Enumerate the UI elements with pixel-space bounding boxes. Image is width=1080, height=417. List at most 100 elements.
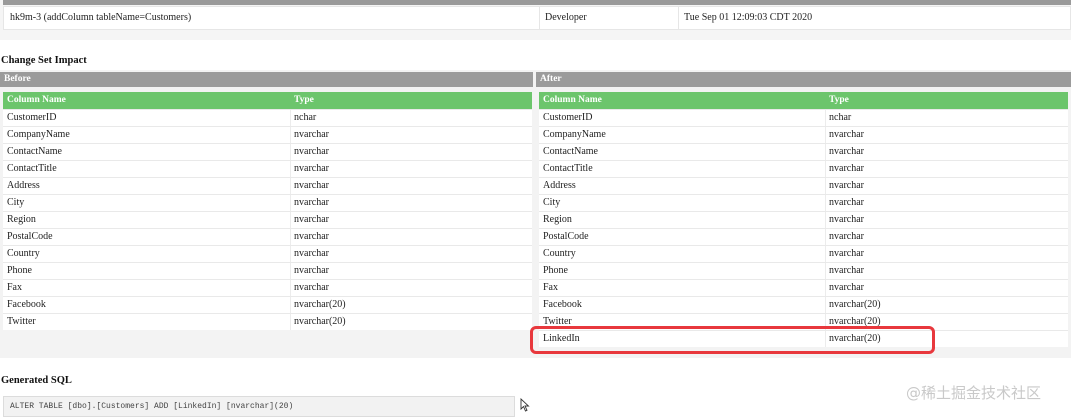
type-cell: nvarchar <box>294 214 329 225</box>
type-cell: nvarchar <box>294 180 329 191</box>
column-name-cell: ContactTitle <box>543 163 593 174</box>
type-cell: nchar <box>294 112 317 123</box>
column-divider <box>825 110 826 126</box>
type-cell: nvarchar <box>294 146 329 157</box>
column-name-cell: Region <box>543 214 572 225</box>
changeset-author: Developer <box>545 12 587 23</box>
table-row: Region nvarchar <box>539 211 1068 228</box>
type-cell: nvarchar <box>294 163 329 174</box>
column-name-cell: City <box>543 197 561 208</box>
column-divider <box>825 297 826 313</box>
table-row: ContactTitle nvarchar <box>539 160 1068 177</box>
type-cell: nvarchar <box>829 231 864 242</box>
type-cell: nvarchar <box>829 248 864 259</box>
type-cell: nvarchar(20) <box>829 299 881 310</box>
column-name-cell: Twitter <box>7 316 36 327</box>
column-divider <box>290 144 291 160</box>
column-name-cell: CompanyName <box>7 129 70 140</box>
column-divider <box>290 110 291 126</box>
generated-sql-title: Generated SQL <box>1 375 72 386</box>
changeset-date: Tue Sep 01 12:09:03 CDT 2020 <box>684 12 813 23</box>
table-row: Country nvarchar <box>3 245 532 262</box>
column-name-cell: Country <box>7 248 40 259</box>
column-divider <box>825 127 826 143</box>
column-divider <box>825 161 826 177</box>
column-name-cell: Fax <box>7 282 22 293</box>
table-row: CompanyName nvarchar <box>539 126 1068 143</box>
table-row: Address nvarchar <box>3 177 532 194</box>
table-row: Phone nvarchar <box>539 262 1068 279</box>
before-table-header: Column Name Type <box>3 92 532 109</box>
column-divider <box>825 229 826 245</box>
table-row: Phone nvarchar <box>3 262 532 279</box>
type-cell: nvarchar <box>294 282 329 293</box>
column-name-cell: Facebook <box>7 299 46 310</box>
column-name-cell: ContactName <box>543 146 598 157</box>
table-row: PostalCode nvarchar <box>539 228 1068 245</box>
type-header: Type <box>294 95 314 105</box>
table-row: Region nvarchar <box>3 211 532 228</box>
column-name-cell: PostalCode <box>7 231 53 242</box>
type-cell: nvarchar <box>294 129 329 140</box>
table-row: Facebook nvarchar(20) <box>539 296 1068 313</box>
type-cell: nvarchar(20) <box>294 299 346 310</box>
changeset-table-header <box>3 0 1071 5</box>
type-cell: nvarchar <box>294 248 329 259</box>
type-cell: nvarchar <box>829 265 864 276</box>
type-cell: nvarchar <box>294 265 329 276</box>
table-row: ContactTitle nvarchar <box>3 160 532 177</box>
column-name-cell: ContactTitle <box>7 163 57 174</box>
table-row: Country nvarchar <box>539 245 1068 262</box>
after-table-header: Column Name Type <box>539 92 1068 109</box>
table-row: ContactName nvarchar <box>539 143 1068 160</box>
column-divider <box>539 7 540 29</box>
column-divider <box>678 7 679 29</box>
column-divider <box>290 297 291 313</box>
column-name-cell: City <box>7 197 25 208</box>
changeset-table: hk9m-3 (addColumn tableName=Customers) D… <box>0 0 1071 40</box>
watermark: @稀土掘金技术社区 <box>906 384 1042 402</box>
column-divider <box>825 195 826 211</box>
type-cell: nvarchar <box>829 146 864 157</box>
table-row: ContactName nvarchar <box>3 143 532 160</box>
after-columns-table: Column Name Type CustomerID nchar CompanyN… <box>539 92 1068 347</box>
changeset-row: hk9m-3 (addColumn tableName=Customers) D… <box>3 6 1071 30</box>
type-header: Type <box>829 95 849 105</box>
type-cell: nvarchar <box>829 129 864 140</box>
table-row: Twitter nvarchar(20) <box>3 313 532 330</box>
table-row: CustomerID nchar <box>3 109 532 126</box>
column-divider <box>825 246 826 262</box>
type-cell: nvarchar <box>829 282 864 293</box>
column-divider <box>290 195 291 211</box>
column-name-cell: Phone <box>7 265 32 276</box>
table-row: CustomerID nchar <box>539 109 1068 126</box>
generated-sql-box: ALTER TABLE [dbo].[Customers] ADD [Linke… <box>3 396 515 417</box>
column-divider <box>825 263 826 279</box>
column-name-cell: PostalCode <box>543 231 589 242</box>
table-row: City nvarchar <box>539 194 1068 211</box>
column-divider <box>290 263 291 279</box>
column-name-cell: CustomerID <box>543 112 593 123</box>
table-row: Fax nvarchar <box>539 279 1068 296</box>
column-name-header: Column Name <box>543 95 602 105</box>
table-row: Facebook nvarchar(20) <box>3 296 532 313</box>
column-divider <box>825 212 826 228</box>
column-divider <box>825 144 826 160</box>
type-cell: nvarchar <box>829 214 864 225</box>
column-divider <box>825 280 826 296</box>
type-cell: nchar <box>829 112 852 123</box>
type-cell: nvarchar <box>829 197 864 208</box>
column-name-cell: Region <box>7 214 36 225</box>
sql-statement: ALTER TABLE [dbo].[Customers] ADD [Linke… <box>10 402 294 411</box>
column-divider <box>290 229 291 245</box>
column-divider <box>290 314 291 330</box>
before-columns-table: Column Name Type CustomerID nchar CompanyN… <box>3 92 532 330</box>
column-divider <box>290 280 291 296</box>
table-row: City nvarchar <box>3 194 532 211</box>
column-name-cell: CompanyName <box>543 129 606 140</box>
column-divider <box>290 127 291 143</box>
column-name-cell: ContactName <box>7 146 62 157</box>
column-name-cell: Facebook <box>543 299 582 310</box>
change-set-impact-panel: Before After Column Name Type CustomerID… <box>0 70 1071 358</box>
after-panel-header: After <box>536 72 1071 87</box>
